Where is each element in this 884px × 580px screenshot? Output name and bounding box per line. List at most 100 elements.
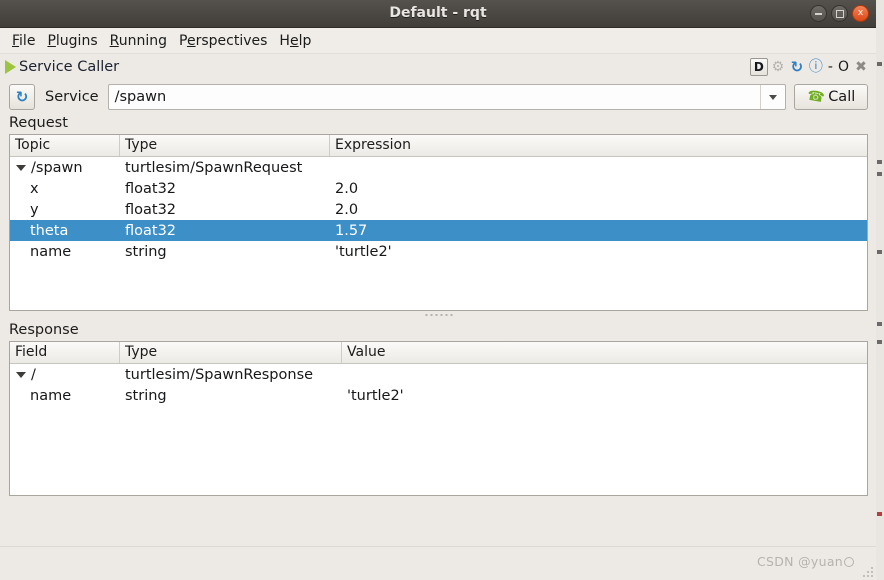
- menu-accel-help-e: e: [289, 32, 299, 49]
- request-row-type[interactable]: float32: [120, 200, 330, 220]
- request-row-value[interactable]: 1.57: [330, 221, 867, 241]
- response-column-type[interactable]: Type: [120, 342, 342, 363]
- panel-splitter[interactable]: [9, 311, 868, 321]
- menu-item-running[interactable]: Running: [108, 31, 177, 51]
- menu-pre-perspectives: P: [179, 32, 187, 49]
- request-row-name-text: name: [30, 243, 72, 260]
- request-row-type[interactable]: string: [120, 242, 330, 262]
- close-button[interactable]: x: [852, 5, 869, 22]
- response-row-name[interactable]: /: [10, 365, 120, 385]
- statusbar: CSDN @yuan: [0, 546, 876, 580]
- menu-pre-help: H: [279, 32, 290, 49]
- window-title: Default - rqt: [389, 5, 487, 21]
- call-button-label: Call: [828, 89, 856, 105]
- response-row-value[interactable]: 'turtle2': [342, 386, 867, 406]
- response-column-value[interactable]: Value: [342, 342, 867, 363]
- refresh-icon: ↻: [15, 87, 29, 106]
- menu-item-file[interactable]: File: [10, 31, 45, 51]
- response-tree-header: Field Type Value: [10, 342, 867, 364]
- close-icon: x: [857, 8, 864, 18]
- gear-icon[interactable]: ⚙: [769, 58, 787, 76]
- question-mark-icon[interactable]: ⓘ: [807, 58, 825, 76]
- tree-row[interactable]: / turtlesim/SpawnResponse: [10, 364, 867, 385]
- request-row-type[interactable]: turtlesim/SpawnRequest: [120, 158, 330, 178]
- window-controls: x: [810, 5, 869, 22]
- refresh-services-button[interactable]: ↻: [9, 84, 35, 110]
- response-row-name[interactable]: name: [10, 386, 120, 406]
- tree-row[interactable]: name string'turtle2': [10, 385, 867, 406]
- request-row-value[interactable]: 2.0: [330, 200, 867, 220]
- service-label: Service: [45, 89, 99, 105]
- tree-row[interactable]: name string'turtle2': [10, 241, 867, 262]
- resize-grip[interactable]: [862, 566, 873, 577]
- dock-detach-button[interactable]: D: [749, 58, 768, 76]
- minimize-icon: [815, 12, 822, 15]
- request-row-name[interactable]: x: [10, 179, 120, 199]
- tree-row[interactable]: /spawn turtlesim/SpawnRequest: [10, 157, 867, 178]
- watermark-ring-icon: [844, 556, 854, 567]
- tree-row[interactable]: x float32 2.0: [10, 178, 867, 199]
- service-caller-dock-header: Service Caller D ⚙ ↻ ⓘ - O ✖: [0, 54, 876, 80]
- tree-row[interactable]: y float32 2.0: [10, 199, 867, 220]
- close-dock-button[interactable]: ✖: [852, 58, 870, 76]
- background-mark: [877, 322, 882, 326]
- service-combobox-value[interactable]: /spawn: [109, 89, 760, 105]
- background-mark: [877, 62, 882, 66]
- request-tree-panel[interactable]: Topic Type Expression /spawn turtlesim/Sp…: [9, 134, 868, 311]
- response-column-field[interactable]: Field: [10, 342, 120, 363]
- background-mark: [877, 172, 882, 176]
- combobox-arrow-box[interactable]: [760, 85, 785, 109]
- splitter-grip[interactable]: [425, 314, 452, 316]
- tree-row[interactable]: theta float32 1.57: [10, 220, 867, 241]
- chevron-down-icon[interactable]: [16, 371, 26, 378]
- response-tree-body[interactable]: / turtlesim/SpawnResponse name string'turtl…: [10, 364, 867, 406]
- minimize-button[interactable]: [810, 5, 827, 22]
- request-section-label: Request: [9, 115, 68, 131]
- plugin-title: Service Caller: [19, 59, 120, 75]
- menu-rest-running: unning: [118, 32, 168, 49]
- request-row-name[interactable]: theta: [10, 221, 120, 241]
- maximize-dock-button[interactable]: O: [836, 59, 851, 75]
- request-row-name-text: y: [30, 201, 39, 218]
- menu-rest-help: lp: [298, 32, 312, 49]
- background-mark: [877, 250, 882, 254]
- call-button[interactable]: ☎ Call: [794, 84, 868, 110]
- menu-item-help[interactable]: Help: [277, 31, 321, 51]
- request-tree-body[interactable]: /spawn turtlesim/SpawnRequest x float32 2.0 y…: [10, 157, 867, 262]
- maximize-button[interactable]: [831, 5, 848, 22]
- request-row-type[interactable]: float32: [120, 179, 330, 199]
- minimize-dock-button[interactable]: -: [826, 59, 835, 75]
- request-row-value[interactable]: 'turtle2': [330, 242, 867, 262]
- menu-item-perspectives[interactable]: Perspectives: [177, 31, 277, 51]
- request-column-topic[interactable]: Topic: [10, 135, 120, 156]
- service-combobox[interactable]: /spawn: [107, 84, 786, 110]
- menu-rest-perspectives: rspectives: [195, 32, 268, 49]
- dock-actions: D ⚙ ↻ ⓘ - O ✖: [749, 58, 870, 76]
- request-column-type[interactable]: Type: [120, 135, 330, 156]
- request-row-type[interactable]: float32: [120, 221, 330, 241]
- chevron-down-icon: [769, 94, 777, 100]
- window-titlebar: Default - rqt x: [0, 0, 876, 28]
- response-tree-panel[interactable]: Field Type Value / turtlesim/SpawnRespons…: [9, 341, 868, 496]
- response-row-type[interactable]: turtlesim/SpawnResponse: [120, 365, 342, 385]
- maximize-icon: [835, 9, 844, 18]
- request-row-name[interactable]: /spawn: [10, 158, 120, 178]
- reload-icon[interactable]: ↻: [788, 58, 806, 76]
- menu-rest-plugins: lugins: [55, 32, 98, 49]
- request-row-name[interactable]: name: [10, 242, 120, 262]
- menu-rest-file: ile: [19, 32, 36, 49]
- menu-item-plugins[interactable]: Plugins: [45, 31, 107, 51]
- response-section-label: Response: [9, 322, 79, 338]
- menu-accel-r: R: [109, 32, 119, 49]
- play-triangle-icon: [5, 60, 16, 74]
- phone-icon: ☎: [805, 87, 826, 107]
- background-mark: [877, 160, 882, 164]
- request-row-name[interactable]: y: [10, 200, 120, 220]
- chevron-down-icon[interactable]: [16, 164, 26, 171]
- request-row-value[interactable]: 2.0: [330, 179, 867, 199]
- background-mark: [877, 340, 882, 344]
- watermark: CSDN @yuan: [757, 554, 854, 569]
- response-row-type[interactable]: string: [120, 386, 342, 406]
- response-row-name-text: /: [31, 366, 36, 383]
- request-column-expression[interactable]: Expression: [330, 135, 867, 156]
